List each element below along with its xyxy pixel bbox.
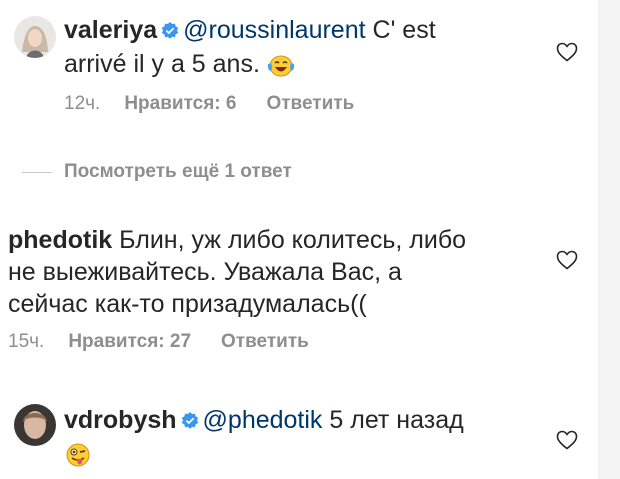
verified-badge-icon — [161, 16, 179, 48]
comment-time: 12ч. — [64, 93, 101, 114]
view-more-replies-label[interactable]: Посмотреть ещё 1 ответ — [64, 161, 292, 183]
like-heart-icon[interactable] — [556, 430, 578, 450]
comment-text: не выеживайтесь. Уважала Вас, а — [8, 258, 402, 286]
avatar[interactable] — [14, 16, 56, 58]
mention-link[interactable]: @phedotik — [203, 406, 323, 434]
laughing-tears-emoji-icon — [267, 54, 295, 86]
comment-text: C' est — [372, 16, 436, 44]
comment-username[interactable]: valeriya — [64, 16, 157, 44]
like-heart-icon[interactable] — [556, 250, 578, 270]
view-more-replies[interactable]: Посмотреть ещё 1 ответ — [22, 160, 292, 184]
like-heart-icon[interactable] — [556, 42, 578, 62]
avatar[interactable] — [14, 404, 56, 446]
comment-text: 5 лет назад — [329, 406, 464, 434]
verified-badge-icon — [181, 406, 199, 438]
likes-count[interactable]: Нравится: 27 — [68, 331, 191, 352]
right-edge-strip — [598, 0, 620, 479]
comment-time: 15ч. — [8, 331, 45, 352]
likes-count[interactable]: Нравится: 6 — [124, 93, 236, 114]
reply-button[interactable]: Ответить — [266, 93, 354, 114]
comment-text: сейчас как-то призадумалась(( — [8, 290, 367, 318]
reply-button[interactable]: Ответить — [221, 331, 309, 352]
avatar-image-icon — [14, 16, 56, 58]
divider-line — [22, 171, 52, 173]
comment-username[interactable]: phedotik — [8, 226, 112, 254]
comment-text: Блин, уж либо колитесь, либо — [119, 226, 467, 254]
comment-username[interactable]: vdrobysh — [64, 406, 177, 434]
mention-link[interactable]: @roussinlaurent — [183, 16, 365, 44]
comment-text: arrivé il y a 5 ans. — [64, 50, 260, 78]
winking-tongue-emoji-icon — [64, 442, 92, 476]
avatar-image-icon — [14, 404, 56, 446]
